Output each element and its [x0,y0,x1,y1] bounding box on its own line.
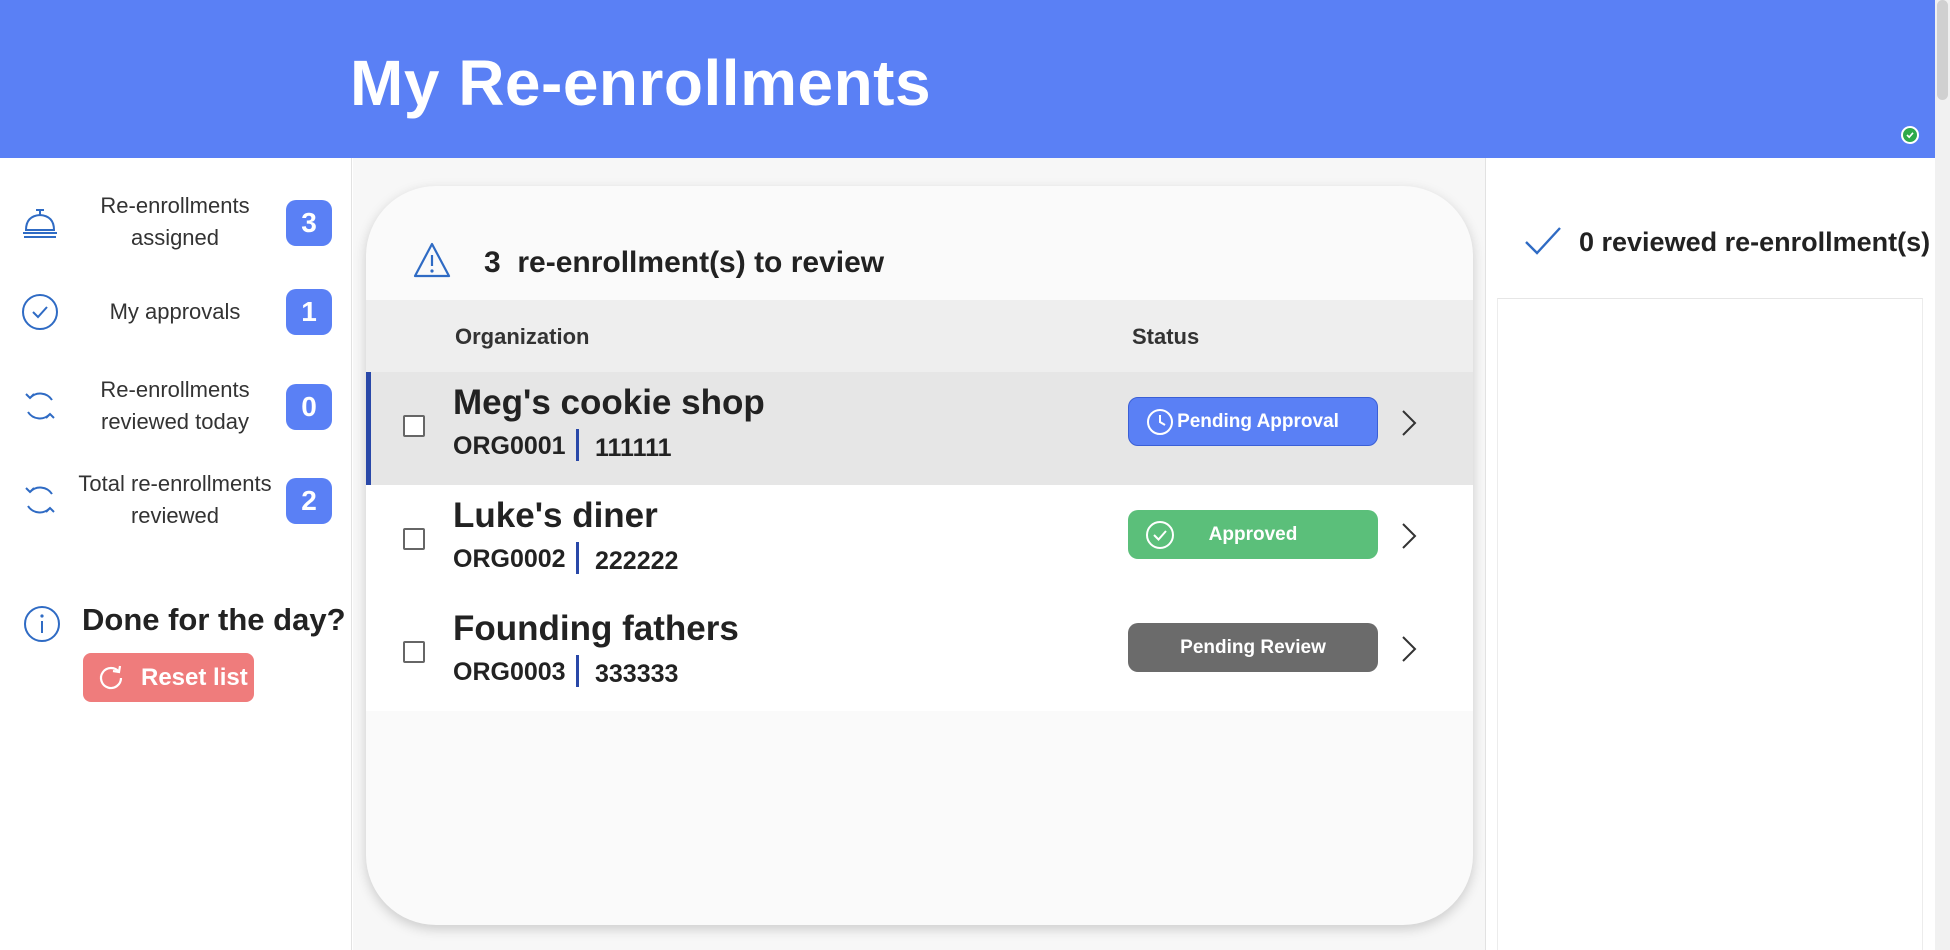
page-title: My Re-enrollments [350,47,932,119]
table-row[interactable]: Meg's cookie shop ORG0001 111111 Pending… [366,372,1473,485]
table-header: Organization Status [366,300,1473,372]
service-bell-icon [23,209,57,238]
status-label: Pending Review [1180,636,1326,658]
org-id: ORG0001 [453,432,566,460]
app-header: My Re-enrollments [0,0,1935,158]
stat-reviewed-today-count: 0 [286,384,332,430]
status-pending-approval-button[interactable]: Pending Approval [1128,397,1378,446]
table-row[interactable]: Founding fathers ORG0003 333333 Pending … [366,598,1473,711]
stat-total-reviewed[interactable]: Total re-enrollments reviewed 2 [0,464,352,534]
sidebar: Re-enrollments assigned 3 My approvals 1… [0,158,352,950]
stat-assigned[interactable]: Re-enrollments assigned 3 [0,188,352,258]
stat-label-line1: Re-enrollments [100,193,250,218]
info-icon [24,606,60,642]
review-count-title: 3 re-enrollment(s) to review [484,246,884,280]
org-name: Founding fathers [453,609,739,648]
status-approved-button[interactable]: Approved [1128,510,1378,559]
table-row[interactable]: Luke's diner ORG0002 222222 Approved [366,485,1473,598]
org-code: 333333 [595,660,679,688]
stat-total-reviewed-label: Total re-enrollments reviewed [70,468,280,532]
reset-icon [99,665,123,690]
reset-list-button[interactable]: Reset list [83,653,254,702]
stat-label-line2: reviewed today [101,409,249,434]
stat-assigned-label: Re-enrollments assigned [70,190,280,254]
stat-label-line2: reviewed [130,503,220,528]
status-label: Approved [1208,523,1298,545]
org-name: Luke's diner [453,496,658,535]
chevron-right-icon[interactable] [1399,408,1419,438]
stat-my-approvals-count: 1 [286,289,332,335]
org-separator [576,542,579,574]
org-separator [576,429,579,461]
review-count: 3 [484,246,501,279]
chevron-right-icon[interactable] [1399,634,1419,664]
reviewed-count-title: 0 reviewed re-enrollment(s) [1579,227,1931,257]
check-circle-icon [22,294,58,330]
stat-reviewed-today[interactable]: Re-enrollments reviewed today 0 [0,372,352,442]
check-circle-icon [1146,521,1174,549]
checkmark-icon [1525,227,1561,255]
org-name: Meg's cookie shop [453,383,765,422]
stat-my-approvals-label: My approvals [109,299,241,324]
stat-my-approvals[interactable]: My approvals 1 [0,280,352,350]
page-scrollbar[interactable] [1935,0,1950,950]
clock-icon [1147,409,1173,435]
reset-list-label: Reset list [141,663,248,691]
org-separator [576,655,579,687]
column-organization[interactable]: Organization [455,324,589,350]
stat-total-reviewed-count: 2 [286,478,332,524]
org-id: ORG0002 [453,545,566,573]
stat-assigned-count: 3 [286,200,332,246]
review-title-text: re-enrollment(s) to review [517,246,885,279]
stat-label-line1: Total re-enrollments [78,471,272,496]
stat-label-line2: assigned [130,225,220,250]
reviewed-list [1497,298,1923,950]
row-checkbox[interactable] [403,528,425,550]
warning-icon [413,242,451,278]
row-checkbox[interactable] [403,415,425,437]
org-code: 111111 [595,434,672,462]
row-checkbox[interactable] [403,641,425,663]
stat-reviewed-today-label: Re-enrollments reviewed today [70,374,280,438]
review-card: 3 re-enrollment(s) to review Organizatio… [366,186,1473,925]
stat-label-line1: Re-enrollments [100,377,250,402]
refresh-icon [25,486,55,514]
status-label: Pending Approval [1177,410,1339,432]
org-id: ORG0003 [453,658,566,686]
done-for-day-title: Done for the day? [82,602,346,637]
column-status[interactable]: Status [1132,324,1199,350]
status-pending-review-button[interactable]: Pending Review [1128,623,1378,672]
org-code: 222222 [595,547,679,575]
online-status-icon [1901,126,1919,144]
page-scrollbar-thumb[interactable] [1937,0,1948,100]
refresh-icon [25,392,55,420]
chevron-right-icon[interactable] [1399,521,1419,551]
